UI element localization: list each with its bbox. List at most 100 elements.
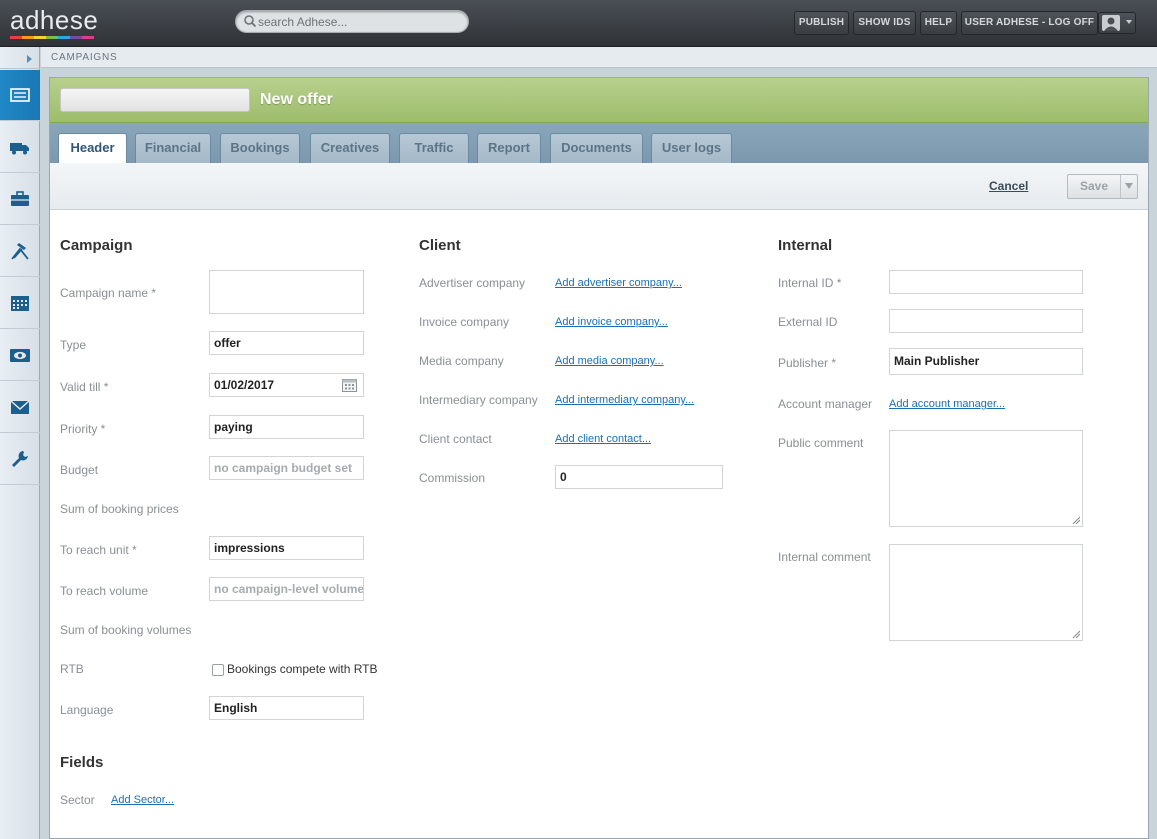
add-account-manager-link[interactable]: Add account manager...	[889, 398, 1005, 410]
tab-creatives[interactable]: Creatives	[310, 133, 390, 163]
add-intermediary-company-link[interactable]: Add intermediary company...	[555, 394, 694, 406]
sidebar-item-campaigns[interactable]	[0, 70, 40, 121]
adhese-logo[interactable]: adhese	[10, 6, 100, 40]
language-input[interactable]: English	[209, 696, 364, 720]
logo-color-bar	[10, 36, 94, 39]
valid-till-label: Valid till *	[60, 380, 109, 394]
tab-user-logs[interactable]: User logs	[651, 133, 732, 163]
reach-unit-input[interactable]: impressions	[209, 536, 364, 560]
add-advertiser-company-link[interactable]: Add advertiser company...	[555, 277, 682, 289]
type-input[interactable]: offer	[209, 331, 364, 355]
search-input[interactable]	[258, 13, 458, 30]
left-sidebar	[0, 47, 40, 839]
search-box[interactable]	[235, 10, 469, 33]
rtb-checkbox[interactable]	[212, 664, 224, 676]
user-menu-button[interactable]	[1098, 12, 1136, 34]
campaign-name-input[interactable]	[209, 270, 364, 314]
show-ids-button[interactable]: SHOW IDS	[853, 11, 916, 35]
cancel-button[interactable]: Cancel	[989, 179, 1028, 193]
tab-header[interactable]: Header	[58, 133, 127, 164]
add-sector-link[interactable]: Add Sector...	[111, 794, 174, 806]
fields-section-title: Fields	[60, 754, 104, 771]
reach-volume-input[interactable]: no campaign-level volume	[209, 577, 364, 601]
resize-handle-icon[interactable]	[1072, 516, 1080, 524]
add-media-company-link[interactable]: Add media company...	[555, 355, 664, 367]
sector-label: Sector	[60, 793, 95, 807]
sidebar-item-messages[interactable]	[0, 382, 40, 433]
campaign-section-title: Campaign	[60, 237, 133, 254]
logo-color-segment	[22, 36, 34, 39]
publisher-input[interactable]: Main Publisher	[889, 348, 1083, 375]
add-client-contact-link[interactable]: Add client contact...	[555, 433, 651, 445]
public-comment-label: Public comment	[778, 436, 864, 450]
logo-color-segment	[82, 36, 94, 39]
logo-color-segment	[70, 36, 82, 39]
public-comment-textarea[interactable]	[889, 430, 1083, 527]
rtb-checkbox-label[interactable]: Bookings compete with RTB	[227, 662, 378, 676]
account-manager-label: Account manager	[778, 397, 873, 411]
logo-color-segment	[10, 36, 22, 39]
external-id-input[interactable]	[889, 309, 1083, 333]
action-bar: Cancel Save	[50, 163, 1148, 210]
sidebar-item-inventory[interactable]	[0, 174, 40, 225]
calendar-icon	[11, 296, 29, 311]
invoice-company-label: Invoice company	[419, 315, 510, 329]
internal-id-input[interactable]	[889, 270, 1083, 294]
media-company-label: Media company	[419, 354, 504, 368]
client-section-title: Client	[419, 237, 461, 254]
resize-handle-icon[interactable]	[1072, 630, 1080, 638]
tools-icon	[11, 243, 29, 260]
tab-report[interactable]: Report	[477, 133, 541, 163]
sidebar-item-preview[interactable]	[0, 330, 40, 381]
campaign-name-badge	[60, 88, 250, 112]
mail-icon	[10, 400, 30, 414]
sum-booking-volumes-label: Sum of booking volumes	[60, 623, 192, 637]
avatar-icon	[1102, 15, 1120, 31]
breadcrumb: CAMPAIGNS	[41, 47, 1157, 68]
tab-bookings[interactable]: Bookings	[220, 133, 300, 163]
type-label: Type	[60, 338, 87, 352]
truck-icon	[10, 143, 29, 155]
sidebar-item-settings[interactable]	[0, 434, 40, 485]
logo-text: adhese	[10, 5, 99, 35]
tab-financial[interactable]: Financial	[135, 133, 211, 163]
reach-volume-label: To reach volume	[60, 584, 149, 598]
tab-bar: Header Financial Bookings Creatives Traf…	[50, 123, 1148, 164]
campaign-panel: New offer Header Financial Bookings Crea…	[49, 77, 1149, 839]
budget-label: Budget	[60, 463, 99, 477]
priority-input[interactable]: paying	[209, 415, 364, 439]
external-id-label: External ID	[778, 315, 838, 329]
chevron-down-icon[interactable]	[1125, 183, 1133, 189]
chevron-down-icon	[1126, 20, 1132, 24]
save-divider	[1120, 175, 1121, 198]
tab-documents[interactable]: Documents	[550, 133, 643, 163]
add-invoice-company-link[interactable]: Add invoice company...	[555, 316, 668, 328]
language-label: Language	[60, 703, 114, 717]
help-button[interactable]: HELP	[920, 11, 957, 35]
publish-button[interactable]: PUBLISH	[794, 11, 849, 35]
sidebar-item-calendar[interactable]	[0, 278, 40, 329]
sidebar-toggle[interactable]	[0, 47, 40, 69]
commission-input[interactable]: 0	[555, 465, 723, 489]
advertiser-company-label: Advertiser company	[419, 276, 526, 290]
expand-icon	[27, 55, 32, 63]
rtb-label: RTB	[60, 662, 84, 676]
campaigns-icon	[10, 88, 30, 102]
sidebar-item-tools[interactable]	[0, 226, 40, 277]
logo-color-segment	[46, 36, 58, 39]
top-bar: adhese PUBLISH SHOW IDS HELP USER ADHESE…	[0, 0, 1157, 47]
breadcrumb-item-campaigns[interactable]: CAMPAIGNS	[51, 52, 117, 63]
save-button[interactable]: Save	[1067, 174, 1138, 199]
valid-till-value: 01/02/2017	[214, 378, 275, 392]
budget-input[interactable]: no campaign budget set	[209, 456, 364, 480]
tab-traffic[interactable]: Traffic	[399, 133, 469, 163]
log-off-button[interactable]: USER ADHESE - LOG OFF	[961, 11, 1098, 35]
save-button-label: Save	[1079, 179, 1109, 193]
valid-till-input[interactable]: 01/02/2017	[209, 373, 364, 397]
calendar-icon[interactable]	[342, 378, 357, 392]
internal-comment-textarea[interactable]	[889, 544, 1083, 641]
commission-label: Commission	[419, 471, 486, 485]
sum-booking-prices-label: Sum of booking prices	[60, 502, 179, 516]
internal-comment-label: Internal comment	[778, 550, 871, 564]
sidebar-item-delivery[interactable]	[0, 122, 40, 173]
